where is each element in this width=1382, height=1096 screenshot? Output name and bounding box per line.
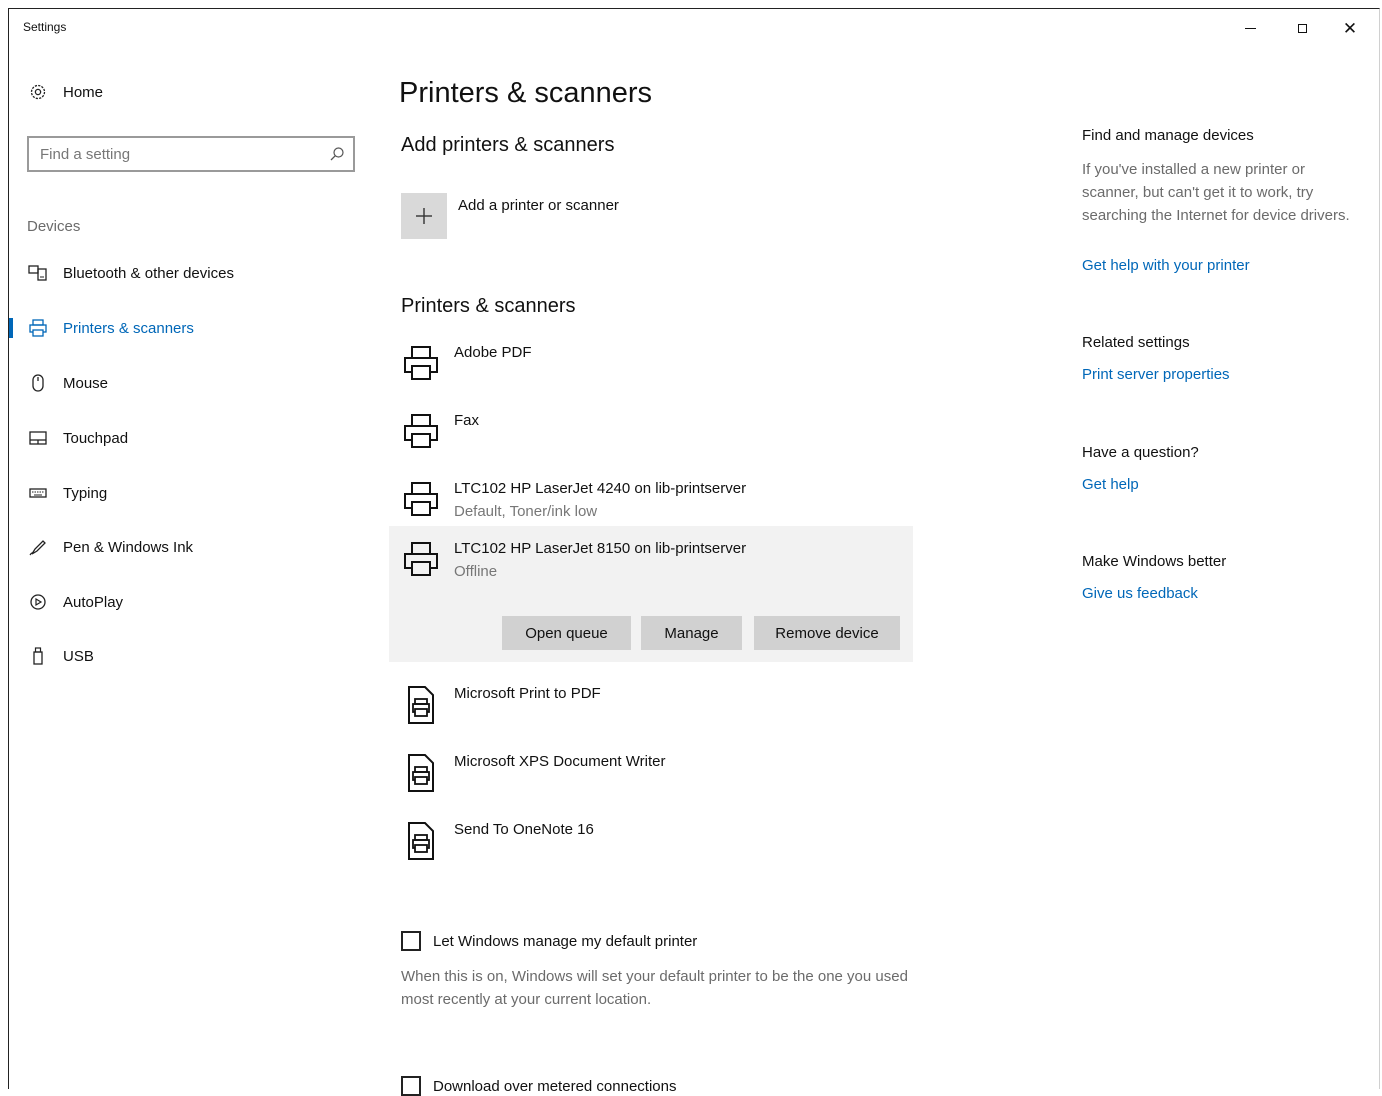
sidebar-item-autoplay[interactable]: AutoPlay <box>9 582 369 622</box>
sidebar-item-label: Pen & Windows Ink <box>63 538 194 556</box>
add-printers-heading: Add printers & scanners <box>401 134 615 156</box>
give-feedback-link[interactable]: Give us feedback <box>1082 585 1198 602</box>
gear-icon <box>27 81 49 103</box>
nav-home[interactable]: Home <box>9 72 369 112</box>
printer-name: Adobe PDF <box>454 344 532 361</box>
sidebar-item-bluetooth[interactable]: Bluetooth & other devices <box>9 253 369 293</box>
printer-item[interactable]: LTC102 HP LaserJet 4240 on lib-printserv… <box>389 472 913 534</box>
nav-section-devices: Devices <box>27 218 81 235</box>
printers-list-heading: Printers & scanners <box>401 295 576 317</box>
printer-icon <box>404 414 438 448</box>
sidebar-item-typing[interactable]: Typing <box>9 473 369 513</box>
feedback-title: Make Windows better <box>1082 553 1227 570</box>
bluetooth-devices-icon <box>27 262 49 284</box>
nav-home-label: Home <box>63 83 104 101</box>
add-printer-button[interactable] <box>401 193 447 239</box>
find-devices-title: Find and manage devices <box>1082 127 1254 144</box>
mouse-icon <box>27 372 49 394</box>
metered-checkbox-row[interactable]: Download over metered connections <box>401 1076 676 1096</box>
pen-icon <box>27 536 49 558</box>
search-input[interactable] <box>40 144 320 164</box>
search-icon <box>330 147 344 161</box>
close-icon: ✕ <box>1342 18 1358 38</box>
sidebar-item-label: Bluetooth & other devices <box>63 264 234 282</box>
sidebar-item-label: Typing <box>63 484 108 502</box>
document-printer-icon <box>408 822 434 860</box>
document-printer-icon <box>408 686 434 724</box>
sidebar-item-printers[interactable]: Printers & scanners <box>9 308 369 348</box>
printer-icon <box>27 317 49 339</box>
touchpad-icon <box>27 427 49 449</box>
maximize-icon <box>1297 23 1307 33</box>
sidebar-item-pen[interactable]: Pen & Windows Ink <box>9 527 369 567</box>
printer-icon <box>404 346 438 380</box>
active-indicator <box>9 318 13 338</box>
printer-status: Offline <box>454 563 498 580</box>
related-settings-title: Related settings <box>1082 334 1190 351</box>
printer-item[interactable]: Send To OneNote 16 <box>389 813 913 875</box>
minimize-button[interactable] <box>1227 13 1273 43</box>
printer-name: LTC102 HP LaserJet 8150 on lib-printserv… <box>454 540 747 557</box>
page-title: Printers & scanners <box>399 77 653 109</box>
sidebar-item-label: AutoPlay <box>63 593 124 611</box>
printer-item[interactable]: Fax <box>389 404 913 466</box>
printer-item[interactable]: Adobe PDF <box>389 336 913 398</box>
sidebar-item-label: Mouse <box>63 374 109 392</box>
app-title: Settings <box>23 20 67 34</box>
find-devices-text: If you've installed a new printer or sca… <box>1082 161 1350 224</box>
sidebar-item-label: Printers & scanners <box>63 319 194 337</box>
remove-device-button[interactable]: Remove device <box>754 616 900 650</box>
question-title: Have a question? <box>1082 444 1199 461</box>
printer-item-selected[interactable]: LTC102 HP LaserJet 8150 on lib-printserv… <box>389 526 913 662</box>
default-printer-description: When this is on, Windows will set your d… <box>401 968 908 1008</box>
default-printer-checkbox-row[interactable]: Let Windows manage my default printer <box>401 931 697 951</box>
default-printer-label: Let Windows manage my default printer <box>433 932 698 950</box>
sidebar-item-label: USB <box>63 647 94 665</box>
search-box[interactable] <box>27 136 355 172</box>
sidebar-item-label: Touchpad <box>63 429 129 447</box>
printer-icon <box>404 542 438 576</box>
get-help-link[interactable]: Get help <box>1082 476 1139 493</box>
settings-window: Settings ✕ Home Devices Bluetooth & othe… <box>8 8 1380 1096</box>
metered-label: Download over metered connections <box>433 1077 677 1095</box>
autoplay-icon <box>27 591 49 613</box>
title-bar: Settings ✕ <box>9 9 1379 45</box>
minimize-icon <box>1244 27 1256 29</box>
printer-name: Microsoft Print to PDF <box>454 685 601 702</box>
printer-name: LTC102 HP LaserJet 4240 on lib-printserv… <box>454 480 747 497</box>
add-printer-label[interactable]: Add a printer or scanner <box>458 197 619 214</box>
sidebar-item-usb[interactable]: USB <box>9 636 369 676</box>
keyboard-icon <box>27 482 49 504</box>
printer-name: Send To OneNote 16 <box>454 821 594 838</box>
printer-status: Default, Toner/ink low <box>454 503 598 520</box>
printer-name: Microsoft XPS Document Writer <box>454 753 666 770</box>
default-printer-checkbox[interactable] <box>401 931 421 951</box>
usb-icon <box>27 645 49 667</box>
plus-icon <box>416 208 432 224</box>
metered-checkbox[interactable] <box>401 1076 421 1096</box>
document-printer-icon <box>408 754 434 792</box>
sidebar-item-mouse[interactable]: Mouse <box>9 363 369 403</box>
printer-item[interactable]: Microsoft Print to PDF <box>389 677 913 739</box>
open-queue-button[interactable]: Open queue <box>502 616 631 650</box>
printer-name: Fax <box>454 412 480 429</box>
maximize-button[interactable] <box>1279 13 1325 43</box>
printer-help-link[interactable]: Get help with your printer <box>1082 257 1250 274</box>
sidebar: Home Devices Bluetooth & other devices P… <box>9 45 389 1089</box>
printer-icon <box>404 482 438 516</box>
manage-button[interactable]: Manage <box>641 616 742 650</box>
printer-item[interactable]: Microsoft XPS Document Writer <box>389 745 913 807</box>
print-server-properties-link[interactable]: Print server properties <box>1082 366 1230 383</box>
sidebar-item-touchpad[interactable]: Touchpad <box>9 418 369 458</box>
close-button[interactable]: ✕ <box>1327 13 1373 43</box>
